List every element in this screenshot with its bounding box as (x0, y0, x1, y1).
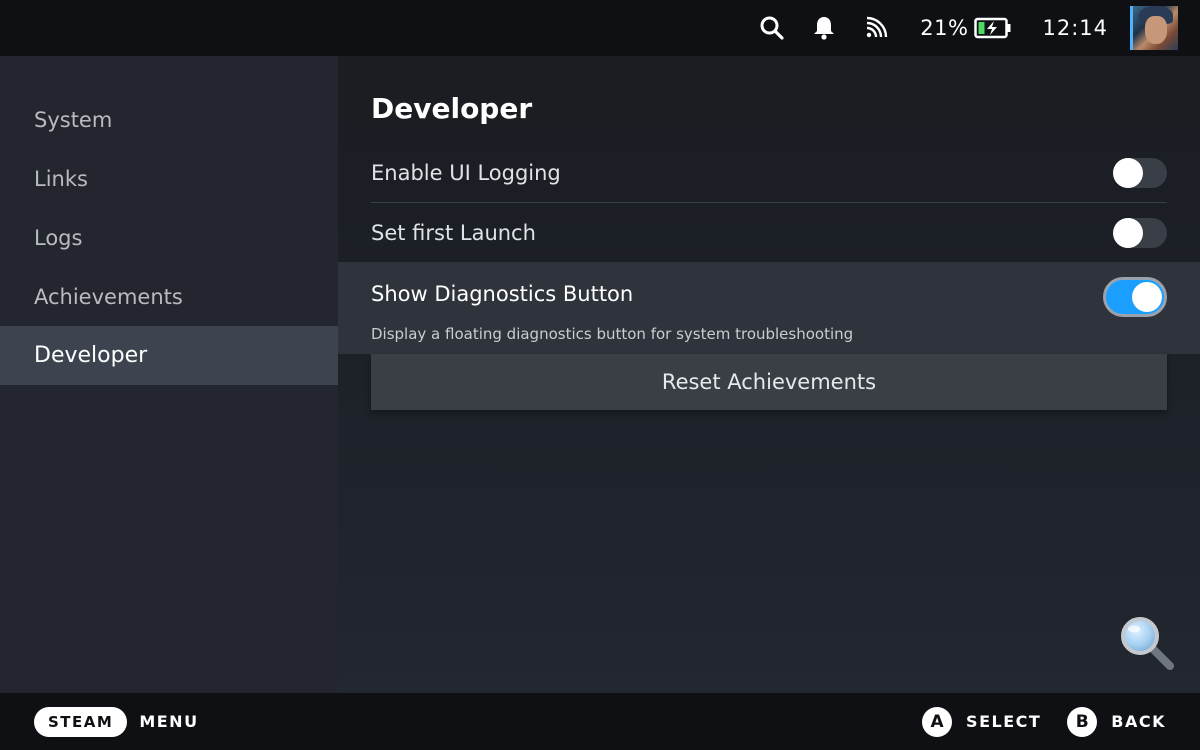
sidebar-item-links[interactable]: Links (0, 149, 338, 208)
diagnostics-magnifier-icon[interactable] (1118, 614, 1178, 674)
b-button-icon: B (1067, 706, 1098, 737)
avatar[interactable] (1130, 6, 1178, 50)
top-bar: 21% 12:14 (0, 0, 1200, 56)
steam-button[interactable]: STEAM (34, 706, 128, 737)
bell-icon[interactable] (810, 14, 838, 42)
setting-description: Display a floating diagnostics button fo… (371, 325, 854, 343)
toggle-knob (1113, 158, 1143, 188)
sidebar-item-logs[interactable]: Logs (0, 208, 338, 267)
sidebar-item-achievements[interactable]: Achievements (0, 267, 338, 326)
setting-row-show-diagnostics-button[interactable]: Show Diagnostics Button Display a floati… (338, 262, 1200, 354)
back-hint[interactable]: B BACK (1067, 706, 1166, 737)
set-first-launch-toggle[interactable] (1113, 217, 1167, 248)
setting-label: Set first Launch (371, 220, 536, 245)
sidebar-item-label: Links (34, 166, 88, 191)
page-title: Developer (371, 92, 533, 125)
show-diagnostics-button-toggle[interactable] (1103, 277, 1167, 317)
battery-charging-icon (974, 17, 1012, 39)
main-panel: Developer Enable UI Logging Set first La… (338, 56, 1200, 693)
cast-icon[interactable] (862, 14, 890, 42)
bottom-bar: STEAM MENU A SELECT B BACK (0, 693, 1200, 750)
setting-label: Show Diagnostics Button (371, 282, 634, 306)
sidebar-item-label: System (34, 107, 113, 132)
toggle-knob (1113, 217, 1143, 248)
menu-label: MENU (139, 712, 199, 731)
enable-ui-logging-toggle[interactable] (1113, 158, 1167, 188)
a-button-icon: A (922, 706, 953, 737)
sidebar-item-label: Developer (34, 343, 148, 368)
sidebar-item-label: Logs (34, 225, 83, 250)
search-icon[interactable] (758, 14, 786, 42)
button-hints: A SELECT B BACK (896, 706, 1166, 737)
sidebar-item-label: Achievements (34, 284, 183, 309)
sidebar-item-developer[interactable]: Developer (0, 326, 338, 385)
setting-row-set-first-launch[interactable]: Set first Launch (371, 203, 1167, 262)
setting-label: Enable UI Logging (371, 161, 561, 185)
select-hint[interactable]: A SELECT (922, 706, 1042, 737)
reset-achievements-button[interactable]: Reset Achievements (371, 354, 1167, 410)
avatar-face (1145, 16, 1167, 44)
clock: 12:14 (1042, 16, 1108, 40)
sidebar: System Links Logs Achievements Developer (0, 56, 338, 693)
sidebar-item-system[interactable]: System (0, 90, 338, 149)
back-label: BACK (1111, 712, 1166, 731)
toggle-knob (1132, 282, 1162, 312)
setting-row-enable-ui-logging[interactable]: Enable UI Logging (371, 144, 1167, 203)
battery-percent: 21% (920, 16, 969, 40)
select-label: SELECT (966, 712, 1042, 731)
